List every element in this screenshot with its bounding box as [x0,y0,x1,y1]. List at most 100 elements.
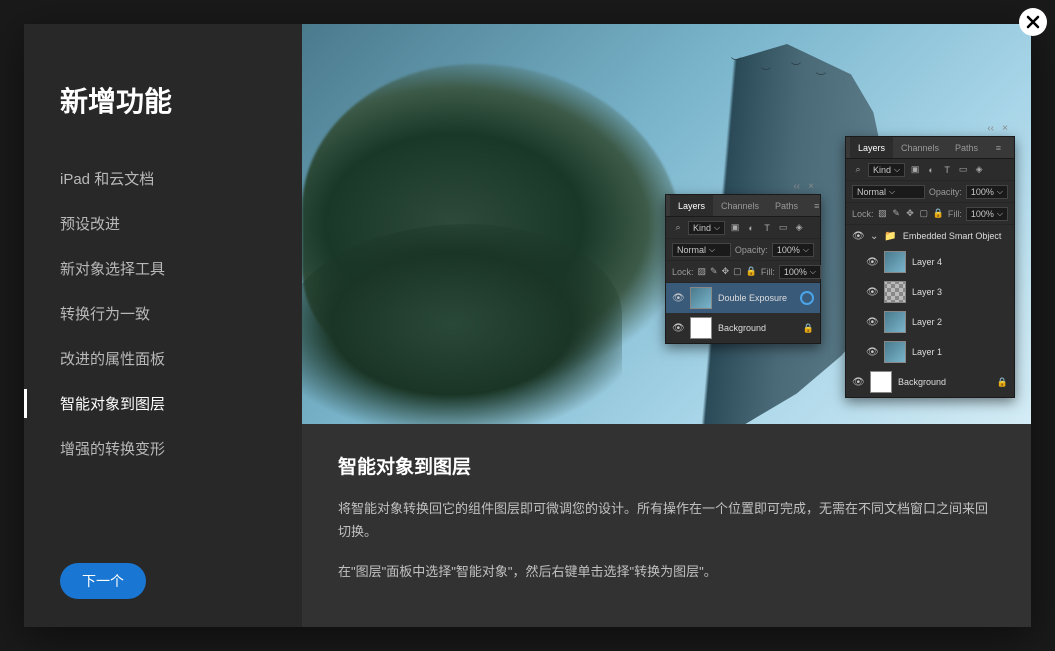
filter-type-icon[interactable]: T [941,164,953,176]
modal-title: 新增功能 [60,80,302,120]
panel-collapse-icon[interactable]: ‹‹ [793,181,800,192]
visibility-icon[interactable]: 👁 [866,257,878,268]
layer-name: Layer 4 [912,257,1008,267]
layer-thumbnail [870,371,892,393]
panel-close-icon[interactable]: × [808,181,814,192]
layer-name: Background [718,323,797,333]
layer-name: Double Exposure [718,293,794,303]
opacity-value[interactable]: 100% [772,243,814,257]
filter-shape-icon[interactable]: ▭ [777,222,789,234]
layer-name: Layer 3 [912,287,1008,297]
layer-thumbnail [884,341,906,363]
whats-new-modal: 新增功能 iPad 和云文档 预设改进 新对象选择工具 转换行为一致 改进的属性… [24,24,1031,627]
visibility-icon[interactable]: 👁 [672,293,684,304]
tab-layers[interactable]: Layers [670,195,713,216]
tab-paths[interactable]: Paths [947,143,986,153]
layer-row[interactable]: 👁 Layer 2 [846,307,1014,337]
panel-menu-icon[interactable]: ≡ [806,201,828,211]
lock-move-icon[interactable]: ✥ [905,208,915,220]
tab-channels[interactable]: Channels [713,201,767,211]
visibility-icon[interactable]: 👁 [672,323,684,334]
layer-name: Layer 1 [912,347,1008,357]
close-button[interactable] [1019,8,1047,36]
layer-thumbnail [884,311,906,333]
group-name: Embedded Smart Object [903,231,1008,241]
search-icon[interactable]: ⌕ [672,222,684,234]
opacity-label: Opacity: [735,245,768,255]
layer-name: Layer 2 [912,317,1008,327]
main-content: ︶︶︶︶ ‹‹ × Layers Channels Paths ≡ ⌕ Kind… [302,24,1031,627]
panel-tabs: Layers Channels Paths ≡ [846,137,1014,159]
visibility-icon[interactable]: 👁 [852,231,864,242]
layer-row[interactable]: 👁 Background 🔒 [846,367,1014,397]
lock-label: Lock: [672,267,694,277]
blend-mode-select[interactable]: Normal [672,243,731,257]
filter-adjust-icon[interactable]: ◐ [925,164,937,176]
fill-label: Fill: [761,267,775,277]
filter-smart-icon[interactable]: ◈ [973,164,985,176]
lock-icon: 🔒 [803,323,814,334]
nav-item-transform[interactable]: 转换行为一致 [60,291,302,336]
lock-brush-icon[interactable]: ✎ [710,266,718,278]
panel-close-icon[interactable]: × [1002,123,1008,134]
layer-row[interactable]: 👁 Background 🔒 [666,313,820,343]
filter-adjust-icon[interactable]: ◐ [745,222,757,234]
panel-menu-icon[interactable]: ≡ [988,143,1010,153]
blend-row: Normal Opacity: 100% [666,239,820,261]
chevron-down-icon[interactable]: ⌄ [870,231,878,242]
filter-image-icon[interactable]: ▣ [909,164,921,176]
next-button[interactable]: 下一个 [60,563,146,599]
lock-label: Lock: [852,209,874,219]
nav-item-object-select[interactable]: 新对象选择工具 [60,246,302,291]
layer-row[interactable]: 👁 Double Exposure [666,283,820,313]
lock-artboard-icon[interactable]: ▢ [919,208,929,220]
opacity-value[interactable]: 100% [966,185,1008,199]
lock-pixels-icon[interactable]: ▨ [878,208,888,220]
filter-smart-icon[interactable]: ◈ [793,222,805,234]
search-icon[interactable]: ⌕ [852,164,864,176]
visibility-icon[interactable]: 👁 [866,317,878,328]
tab-channels[interactable]: Channels [893,143,947,153]
layer-thumbnail [690,317,712,339]
filter-image-icon[interactable]: ▣ [729,222,741,234]
nav-item-smart-object[interactable]: 智能对象到图层 [60,381,302,426]
lock-brush-icon[interactable]: ✎ [891,208,901,220]
filter-type-icon[interactable]: T [761,222,773,234]
visibility-icon[interactable]: 👁 [866,347,878,358]
sidebar: 新增功能 iPad 和云文档 预设改进 新对象选择工具 转换行为一致 改进的属性… [24,24,302,627]
blend-mode-select[interactable]: Normal [852,185,925,199]
lock-all-icon[interactable]: 🔒 [933,208,944,220]
lock-artboard-icon[interactable]: ▢ [733,266,742,278]
convert-indicator-icon [800,291,814,305]
tab-paths[interactable]: Paths [767,201,806,211]
description-paragraph: 在"图层"面板中选择"智能对象"，然后右键单击选择"转换为图层"。 [338,560,995,583]
blend-row: Normal Opacity: 100% [846,181,1014,203]
lock-all-icon[interactable]: 🔒 [746,266,757,278]
nav-item-warp[interactable]: 增强的转换变形 [60,426,302,471]
filter-select[interactable]: Kind [868,163,905,177]
visibility-icon[interactable]: 👁 [852,377,864,388]
filter-select[interactable]: Kind [688,221,725,235]
layer-row[interactable]: 👁 Layer 4 [846,247,1014,277]
visibility-icon[interactable]: 👁 [866,287,878,298]
lock-row: Lock: ▨ ✎ ✥ ▢ 🔒 Fill: 100% [666,261,820,283]
filter-row: ⌕ Kind ▣ ◐ T ▭ ◈ [846,159,1014,181]
nav-item-presets[interactable]: 预设改进 [60,201,302,246]
lock-row: Lock: ▨ ✎ ✥ ▢ 🔒 Fill: 100% [846,203,1014,225]
nav-item-properties[interactable]: 改进的属性面板 [60,336,302,381]
lock-pixels-icon[interactable]: ▨ [698,266,707,278]
fill-value[interactable]: 100% [779,265,821,279]
filter-shape-icon[interactable]: ▭ [957,164,969,176]
layer-row[interactable]: 👁 Layer 3 [846,277,1014,307]
layer-row[interactable]: 👁 Layer 1 [846,337,1014,367]
layer-thumbnail [690,287,712,309]
layer-thumbnail [884,251,906,273]
description: 智能对象到图层 将智能对象转换回它的组件图层即可微调您的设计。所有操作在一个位置… [302,424,1031,627]
nav-item-ipad[interactable]: iPad 和云文档 [60,156,302,201]
layer-group[interactable]: 👁 ⌄ 📁 Embedded Smart Object [846,225,1014,247]
panel-collapse-icon[interactable]: ‹‹ [987,123,994,134]
tab-layers[interactable]: Layers [850,137,893,158]
layers-panel-before: ‹‹ × Layers Channels Paths ≡ ⌕ Kind ▣ ◐ … [665,194,821,344]
lock-move-icon[interactable]: ✥ [722,266,730,278]
fill-value[interactable]: 100% [966,207,1008,221]
